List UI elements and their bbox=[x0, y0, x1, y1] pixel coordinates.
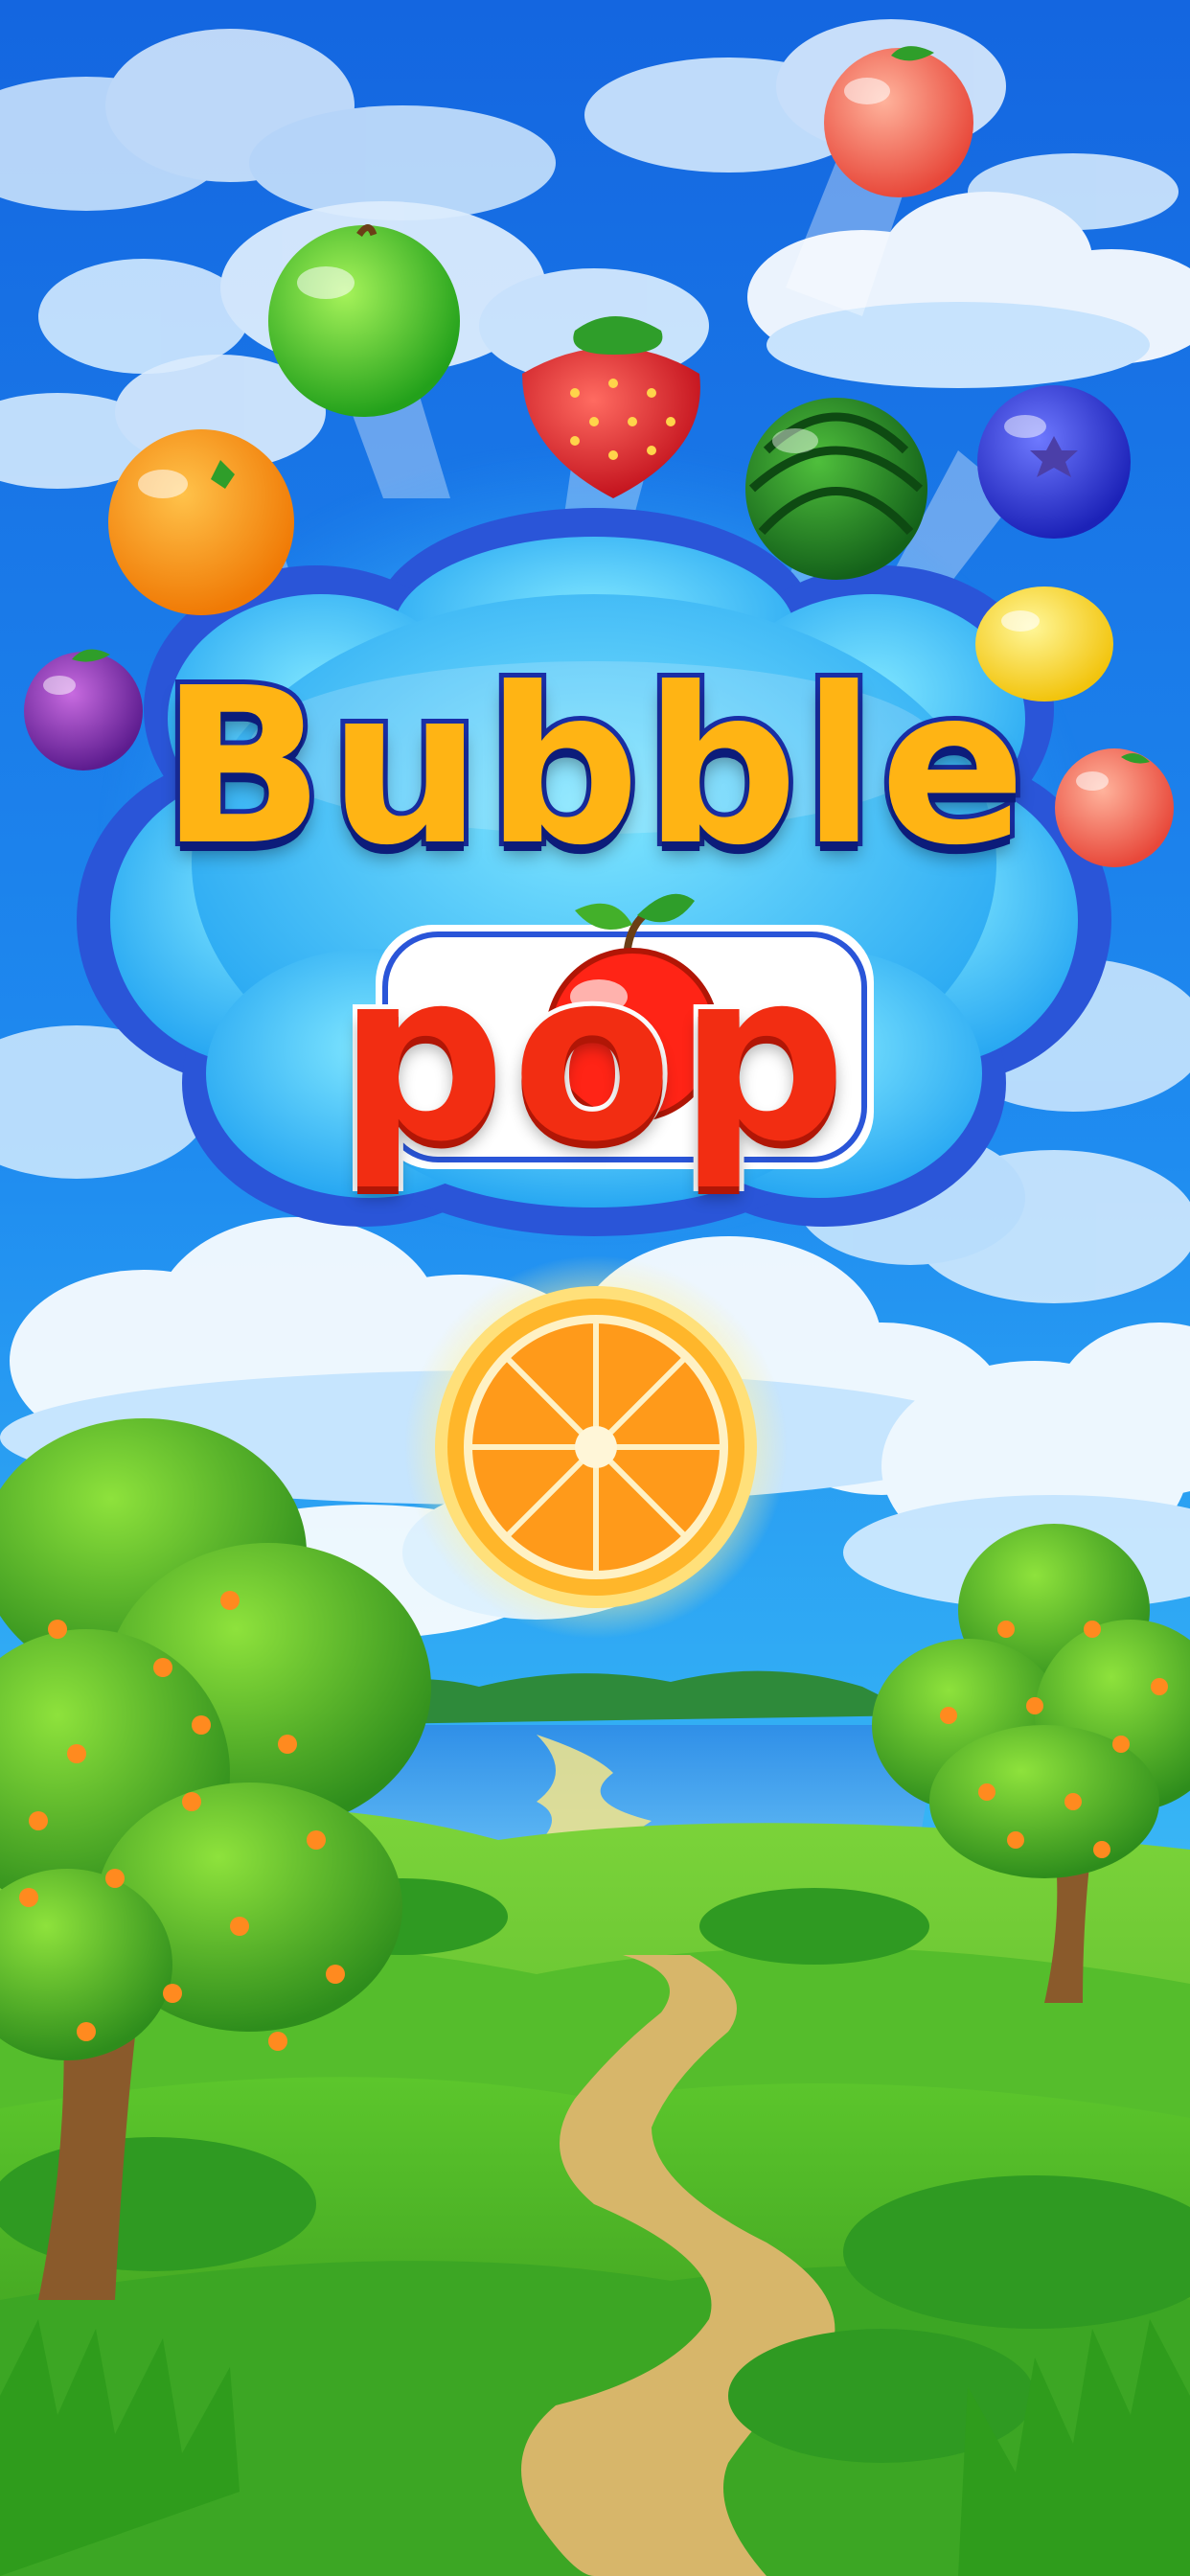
game-splash-background bbox=[0, 0, 1190, 2576]
blueberry-bubble-icon bbox=[977, 385, 1131, 539]
watermelon-bubble-icon bbox=[745, 398, 927, 580]
logo-title-bubble: Bubble bbox=[155, 637, 1031, 898]
green-apple-bubble-icon bbox=[268, 224, 460, 417]
orange-bubble-icon bbox=[108, 429, 294, 615]
logo-title-pop: pop bbox=[332, 915, 853, 1198]
orange-slice-bubble-icon bbox=[404, 1255, 788, 1639]
